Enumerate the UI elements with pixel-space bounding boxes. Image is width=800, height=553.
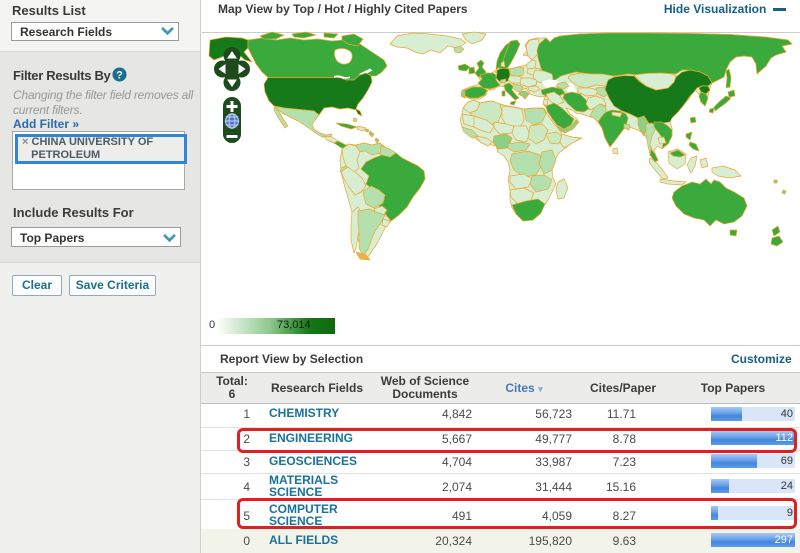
svg-text:?: ? [116, 69, 123, 81]
